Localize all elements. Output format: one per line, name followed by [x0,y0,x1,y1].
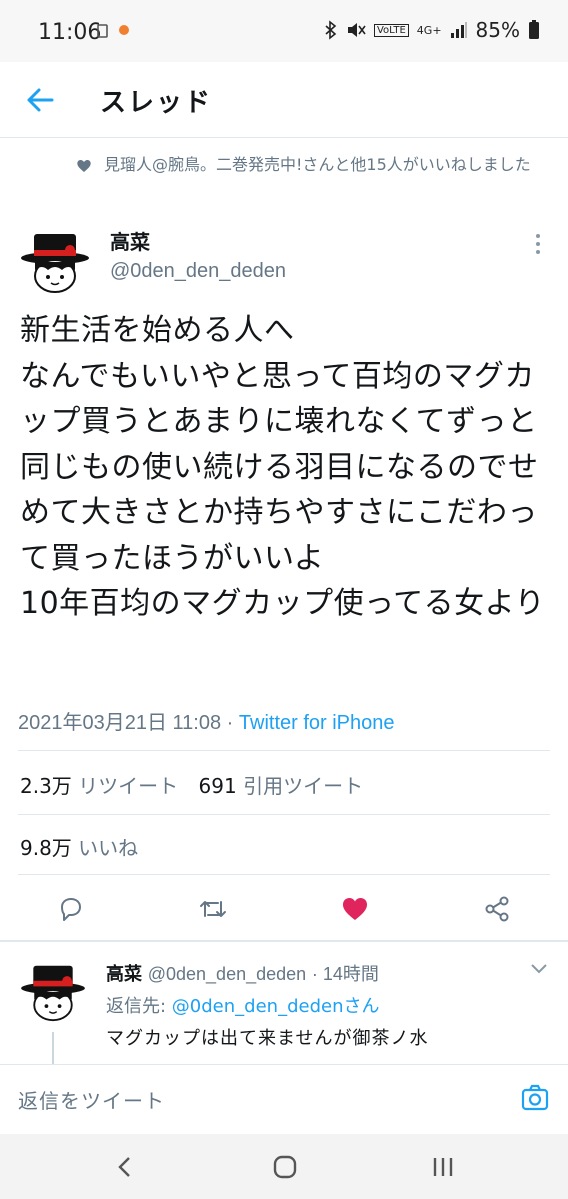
battery-icon [529,20,539,39]
social-context-text[interactable]: 見瑠人@腕鳥。二巻発売中!さんと他15人がいいねしました [104,152,531,178]
tweet-meta: 2021年03月21日 11:08 · Twitter for iPhone [18,706,395,735]
reply-author-name[interactable]: 高菜 [106,964,142,985]
author-handle[interactable]: @0den_den_deden [110,260,286,283]
author-name[interactable]: 高菜 [110,226,150,255]
like-stats[interactable]: 9.8万 いいね [20,832,138,861]
social-context: 見瑠人@腕鳥。二巻発売中!さんと他15人がいいねしました [76,152,546,178]
reply-time: 14時間 [322,964,379,984]
divider [18,750,550,751]
network-type: 4G+ [416,23,442,37]
volte-badge: VoLTE [373,23,409,37]
quotes-label: 引用ツイート [243,774,364,798]
reply-compose-bar[interactable]: 返信をツイート [0,1064,568,1134]
reply-input[interactable]: 返信をツイート [18,1085,165,1114]
page-title: スレッド [100,88,213,118]
status-bar: 11:06 VoLTE 4G+ 85% [0,0,568,62]
tweet-actions [0,888,568,930]
like-heart-icon[interactable] [340,894,370,924]
tweet-text: 新生活を始める人へ なんでもいいやと思って百均のマグカップ買うとあまりに壊れなく… [20,313,546,621]
tweet-author: 高菜 @0den_den_deden [18,226,548,293]
quotes-count: 691 [198,774,237,798]
chevron-down-icon[interactable] [530,962,548,976]
meta-separator: · [221,712,239,734]
status-right: VoLTE 4G+ 85% [324,18,540,42]
reply-text: マグカップは出て来ませんが御茶ノ水 [106,1028,429,1049]
app-bar: スレッド [0,62,568,138]
bluetooth-icon [325,20,337,40]
section-separator [0,940,568,942]
system-nav-bar [0,1134,568,1199]
mute-icon [347,23,366,37]
status-time: 11:06 [38,20,102,45]
likes-count: 9.8万 [20,836,72,860]
nav-recents-icon[interactable] [428,1154,458,1180]
retweets-count: 2.3万 [20,774,72,798]
likes-label: いいね [78,836,139,860]
battery-percent: 85% [475,18,520,42]
back-arrow-icon[interactable] [22,82,58,118]
more-vertical-icon[interactable] [528,232,548,256]
nav-home-icon[interactable] [270,1154,300,1180]
reply-header: 高菜 @0den_den_deden · 14時間 [106,964,379,985]
divider [18,874,550,875]
reply-avatar[interactable] [18,962,88,1022]
reply-to-handle[interactable]: @0den_den_dedenさん [172,996,380,1017]
nav-back-icon[interactable] [110,1154,140,1180]
divider [18,814,550,815]
share-icon[interactable] [482,894,512,924]
thread-line [52,1032,54,1064]
notification-icons [96,22,136,44]
heart-icon [77,160,91,172]
reply-icon[interactable] [56,894,86,924]
reply-tweet[interactable]: 高菜 @0den_den_deden · 14時間 返信先: @0den_den… [0,952,568,1064]
camera-icon[interactable] [520,1083,550,1113]
tweet-timestamp: 2021年03月21日 11:08 [18,712,222,734]
reply-author-handle[interactable]: @0den_den_deden [148,964,306,984]
tweet-source[interactable]: Twitter for iPhone [239,712,395,734]
retweets-label: リツイート [78,774,179,798]
retweet-icon[interactable] [198,894,228,924]
avatar[interactable] [18,230,92,294]
retweet-stats[interactable]: 2.3万 リツイート 691 引用ツイート [20,770,377,799]
signal-icon [450,22,467,38]
reply-to-prefix: 返信先: [106,996,172,1017]
reply-to: 返信先: @0den_den_dedenさん [106,992,379,1018]
